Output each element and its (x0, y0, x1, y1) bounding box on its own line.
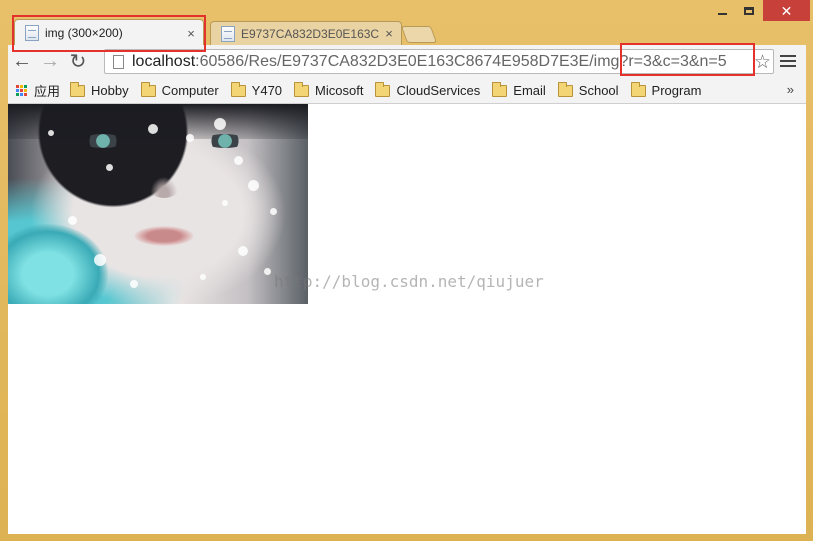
url-text[interactable]: localhost:60586/Res/E9737CA832D3E0E163C8… (132, 53, 727, 71)
bookmark-label: Computer (161, 83, 219, 98)
bookmark-label: Micosoft (315, 83, 364, 98)
bookmark-label: CloudServices (396, 83, 481, 98)
tab-img[interactable]: img (300×200) × (14, 19, 204, 46)
page-icon (221, 25, 235, 42)
folder-icon (230, 81, 246, 97)
forward-button[interactable]: → (36, 48, 64, 76)
apps-grid-icon (16, 84, 28, 97)
bookmark-star-icon[interactable]: ☆ (754, 51, 771, 73)
folder-icon (492, 81, 508, 97)
minimize-button[interactable] (708, 0, 736, 21)
bookmark-folder-email[interactable]: Email (492, 81, 546, 98)
bookmark-label: 应用 (34, 84, 61, 99)
bookmark-folder-hobby[interactable]: Hobby (70, 81, 129, 98)
window-close-button[interactable]: ✕ (763, 0, 810, 21)
portrait-image (8, 104, 308, 304)
bookmark-folder-computer[interactable]: Computer (140, 81, 219, 98)
bookmarks-bar: 应用 Hobby Computer Y470 Micosoft CloudSer… (8, 78, 806, 104)
address-bar[interactable]: localhost:60586/Res/E9737CA832D3E0E163C8… (104, 49, 774, 74)
tab-close-button[interactable]: × (381, 26, 397, 41)
maximize-icon (744, 6, 754, 15)
folder-icon (557, 81, 573, 97)
bookmark-folder-school[interactable]: School (557, 81, 619, 98)
bookmark-apps[interactable]: 应用 (16, 81, 60, 100)
folder-icon (140, 81, 156, 97)
new-tab-button[interactable] (400, 26, 438, 43)
bookmark-label: Hobby (91, 83, 129, 98)
bookmark-label: Y470 (251, 83, 283, 98)
minimize-icon (717, 12, 727, 15)
page-viewport: http://blog.csdn.net/qiujuer (8, 104, 806, 534)
url-host: localhost (132, 52, 196, 70)
browser-toolbar: ← → ↻ localhost:60586/Res/E9737CA832D3E0… (8, 45, 806, 78)
folder-icon (630, 81, 646, 97)
page-icon (25, 25, 39, 41)
bookmark-folder-cloudservices[interactable]: CloudServices (375, 81, 481, 98)
menu-button[interactable] (780, 51, 796, 71)
close-icon: ✕ (780, 2, 793, 19)
url-path: :60586/Res/E9737CA832D3E0E163C8674E958D7… (195, 52, 727, 70)
folder-icon (70, 81, 86, 97)
bookmark-label: School (578, 83, 619, 98)
bookmark-label: Program (651, 83, 702, 98)
tab-close-button[interactable]: × (183, 26, 199, 41)
back-button[interactable]: ← (8, 48, 36, 76)
bookmark-folder-micosoft[interactable]: Micosoft (294, 81, 364, 98)
page-info-icon[interactable] (113, 54, 124, 69)
bookmark-folder-y470[interactable]: Y470 (230, 81, 283, 98)
bookmark-folder-program[interactable]: Program (630, 81, 702, 98)
folder-icon (375, 81, 391, 97)
tab-resource[interactable]: E9737CA832D3E0E163C × (210, 21, 402, 45)
reload-button[interactable]: ↻ (64, 48, 92, 76)
watermark-text: http://blog.csdn.net/qiujuer (274, 272, 544, 291)
tab-title: E9737CA832D3E0E163C (241, 26, 380, 41)
tab-title: img (300×200) (45, 26, 123, 40)
bookmark-label: Email (513, 83, 546, 98)
folder-icon (294, 81, 310, 97)
bookmarks-overflow-button[interactable]: » (787, 82, 794, 97)
maximize-button[interactable] (736, 0, 762, 21)
